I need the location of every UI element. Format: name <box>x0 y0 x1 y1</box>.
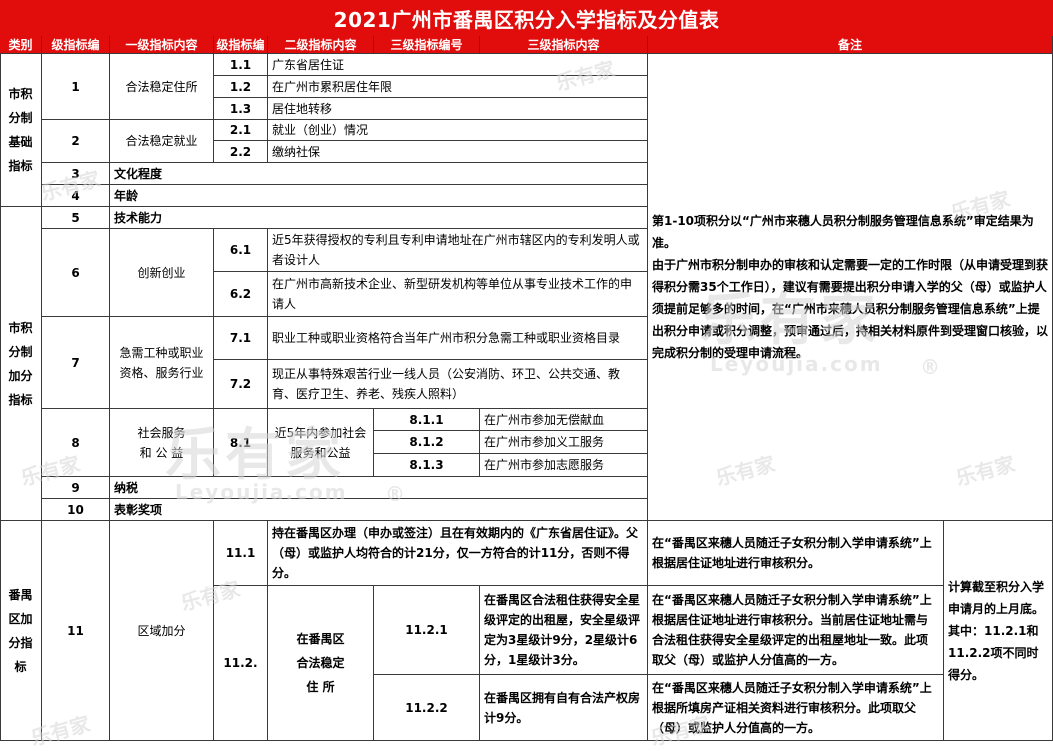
item-11-2-text: 在番禺区 合法稳定 住 所 <box>268 586 374 741</box>
item-11-no: 11 <box>42 521 110 741</box>
header-l3-no: 三级指标编号 <box>374 36 480 54</box>
item-11-2-1-text: 在番禺区合法租住获得安全星级评定的出租屋，安全星级评定为3星级计9分，2星级计6… <box>480 586 648 675</box>
item-10-name: 表彰奖项 <box>110 499 648 521</box>
item-7-name: 急需工种或职业资格、服务行业 <box>110 317 214 409</box>
item-5-no: 5 <box>42 207 110 229</box>
item-8-1-3-text: 在广州市参加志愿服务 <box>480 454 648 477</box>
item-11-2-2-note: 在“番禺区来穗人员随迁子女积分制入学申请系统”上根据所填房产证相关资料进行审核积… <box>648 675 944 741</box>
header-category: 类别 <box>0 36 42 54</box>
item-11-1-note: 在“番禺区来穗人员随迁子女积分制入学申请系统”上根据居住证地址进行审核积分。 <box>648 521 944 586</box>
item-11-2-1-no: 11.2.1 <box>374 586 480 675</box>
item-10-no: 10 <box>42 499 110 521</box>
item-8-no: 8 <box>42 409 110 477</box>
item-6-1-no: 6.1 <box>214 229 268 272</box>
item-11-2-2-text: 在番禺区拥有自有合法产权房计9分。 <box>480 675 648 741</box>
header-l3-content: 三级指标内容 <box>480 36 648 54</box>
item-1-2-no: 1.2 <box>214 76 268 98</box>
item-3-name: 文化程度 <box>110 163 648 185</box>
header-l1-no: 级指标编 <box>42 36 110 54</box>
item-6-name: 创新创业 <box>110 229 214 317</box>
item-7-2-no: 7.2 <box>214 360 268 409</box>
item-1-no: 1 <box>42 54 110 120</box>
item-7-1-text: 职业工种或职业资格符合当年广州市积分急需工种或职业资格目录 <box>268 317 648 360</box>
item-11-name: 区域加分 <box>110 521 214 741</box>
header-l2-no: 级指标编 <box>214 36 268 54</box>
item-1-3-no: 1.3 <box>214 98 268 120</box>
item-8-1-3-no: 8.1.3 <box>374 454 480 477</box>
item-3-no: 3 <box>42 163 110 185</box>
item-4-no: 4 <box>42 185 110 207</box>
item-8-1-1-text: 在广州市参加无偿献血 <box>480 409 648 431</box>
item-8-1-2-no: 8.1.2 <box>374 431 480 454</box>
item-8-1-text: 近5年内参加社会服务和公益 <box>268 409 374 477</box>
item-11-1-no: 11.1 <box>214 521 268 586</box>
item-11-2-no: 11.2. <box>214 586 268 741</box>
table-title: 2021广州市番禺区积分入学指标及分值表 <box>0 0 1053 36</box>
item-1-2-text: 在广州市累积居住年限 <box>268 76 648 98</box>
header-remarks: 备注 <box>648 36 1053 54</box>
category-bonus: 市积分制加分指标 <box>0 207 42 521</box>
item-11-2-1-note: 在“番禺区来穗人员随迁子女积分制入学申请系统”上根据居住证地址进行审核积分。当前… <box>648 586 944 675</box>
remarks-main: 第1-10项积分以“广州市来穗人员积分制服务管理信息系统”审定结果为准。 由于广… <box>648 54 1053 521</box>
item-7-2-text: 现正从事特殊艰苦行业一线人员（公安消防、环卫、公共交通、教育、医疗卫生、养老、残… <box>268 360 648 409</box>
item-1-3-text: 居住地转移 <box>268 98 648 120</box>
header-l2-content: 二级指标内容 <box>268 36 374 54</box>
points-table-sheet: 2021广州市番禺区积分入学指标及分值表 类别 级指标编 一级指标内容 级指标编… <box>0 0 1053 750</box>
category-district: 番禺区加分指标 <box>0 521 42 741</box>
item-8-1-1-no: 8.1.1 <box>374 409 480 431</box>
item-9-no: 9 <box>42 477 110 499</box>
item-1-1-no: 1.1 <box>214 54 268 76</box>
category-basic: 市积分制基础指标 <box>0 54 42 207</box>
item-7-1-no: 7.1 <box>214 317 268 360</box>
item-2-name: 合法稳定就业 <box>110 120 214 163</box>
item-7-no: 7 <box>42 317 110 409</box>
item-8-name: 社会服务 和 公 益 <box>110 409 214 477</box>
item-5-name: 技术能力 <box>110 207 648 229</box>
item-11-2-2-no: 11.2.2 <box>374 675 480 741</box>
item-4-name: 年龄 <box>110 185 648 207</box>
item-6-no: 6 <box>42 229 110 317</box>
item-1-name: 合法稳定住所 <box>110 54 214 120</box>
item-11-1-text: 持在番禺区办理（申办或签注）且在有效期内的《广东省居住证》。父（母）或监护人均符… <box>268 521 648 586</box>
item-6-2-text: 在广州市高新技术企业、新型研发机构等单位从事专业技术工作的申请人 <box>268 272 648 317</box>
item-2-2-text: 缴纳社保 <box>268 141 648 163</box>
item-8-1-2-text: 在广州市参加义工服务 <box>480 431 648 454</box>
item-2-1-no: 2.1 <box>214 120 268 141</box>
item-1-1-text: 广东省居住证 <box>268 54 648 76</box>
item-2-2-no: 2.2 <box>214 141 268 163</box>
item-11-extra-note: 计算截至积分入学申请月的上月底。其中：11.2.1和11.2.2项不同时得分。 <box>944 521 1053 741</box>
item-6-2-no: 6.2 <box>214 272 268 317</box>
item-2-no: 2 <box>42 120 110 163</box>
header-l1-content: 一级指标内容 <box>110 36 214 54</box>
item-8-1-no: 8.1 <box>214 409 268 477</box>
item-6-1-text: 近5年获得授权的专利且专利申请地址在广州市辖区内的专利发明人或者设计人 <box>268 229 648 272</box>
item-2-1-text: 就业（创业）情况 <box>268 120 648 141</box>
item-9-name: 纳税 <box>110 477 648 499</box>
